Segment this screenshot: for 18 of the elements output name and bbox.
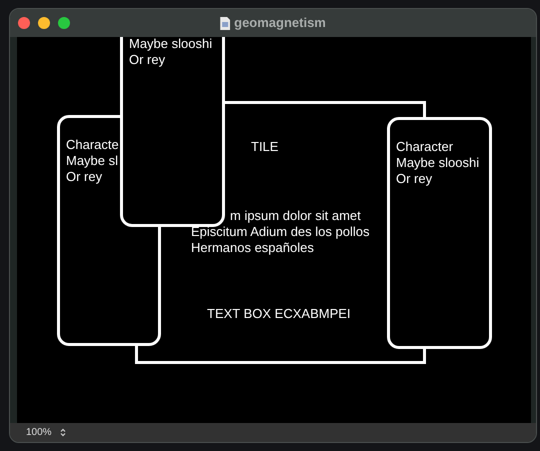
- document-icon: [220, 16, 230, 30]
- card-text: Character: [396, 139, 454, 155]
- card-text: Or rey: [396, 171, 434, 187]
- zoom-button[interactable]: [58, 17, 70, 29]
- window-title: geomagnetism: [234, 14, 326, 32]
- paragraph-text: m ipsum dolor sit amet Episcitum Adium des los pollos Hermanos españoles: [191, 208, 370, 256]
- card-text: Maybe sl: [66, 153, 120, 169]
- card-text: Maybe slooshi: [129, 37, 214, 52]
- stepper-icon[interactable]: [60, 428, 66, 437]
- card-text: Maybe slooshi: [396, 155, 480, 171]
- card-text: Characte: [66, 137, 120, 153]
- card-text: Or rey: [66, 169, 104, 185]
- minimize-button[interactable]: [38, 17, 50, 29]
- heading-text: TILE: [251, 139, 278, 155]
- zoom-level[interactable]: 100%: [26, 425, 52, 440]
- close-button[interactable]: [18, 17, 30, 29]
- card-text: Or rey: [129, 52, 166, 68]
- heading-text: TEXT BOX ECXABMPEI: [207, 306, 351, 322]
